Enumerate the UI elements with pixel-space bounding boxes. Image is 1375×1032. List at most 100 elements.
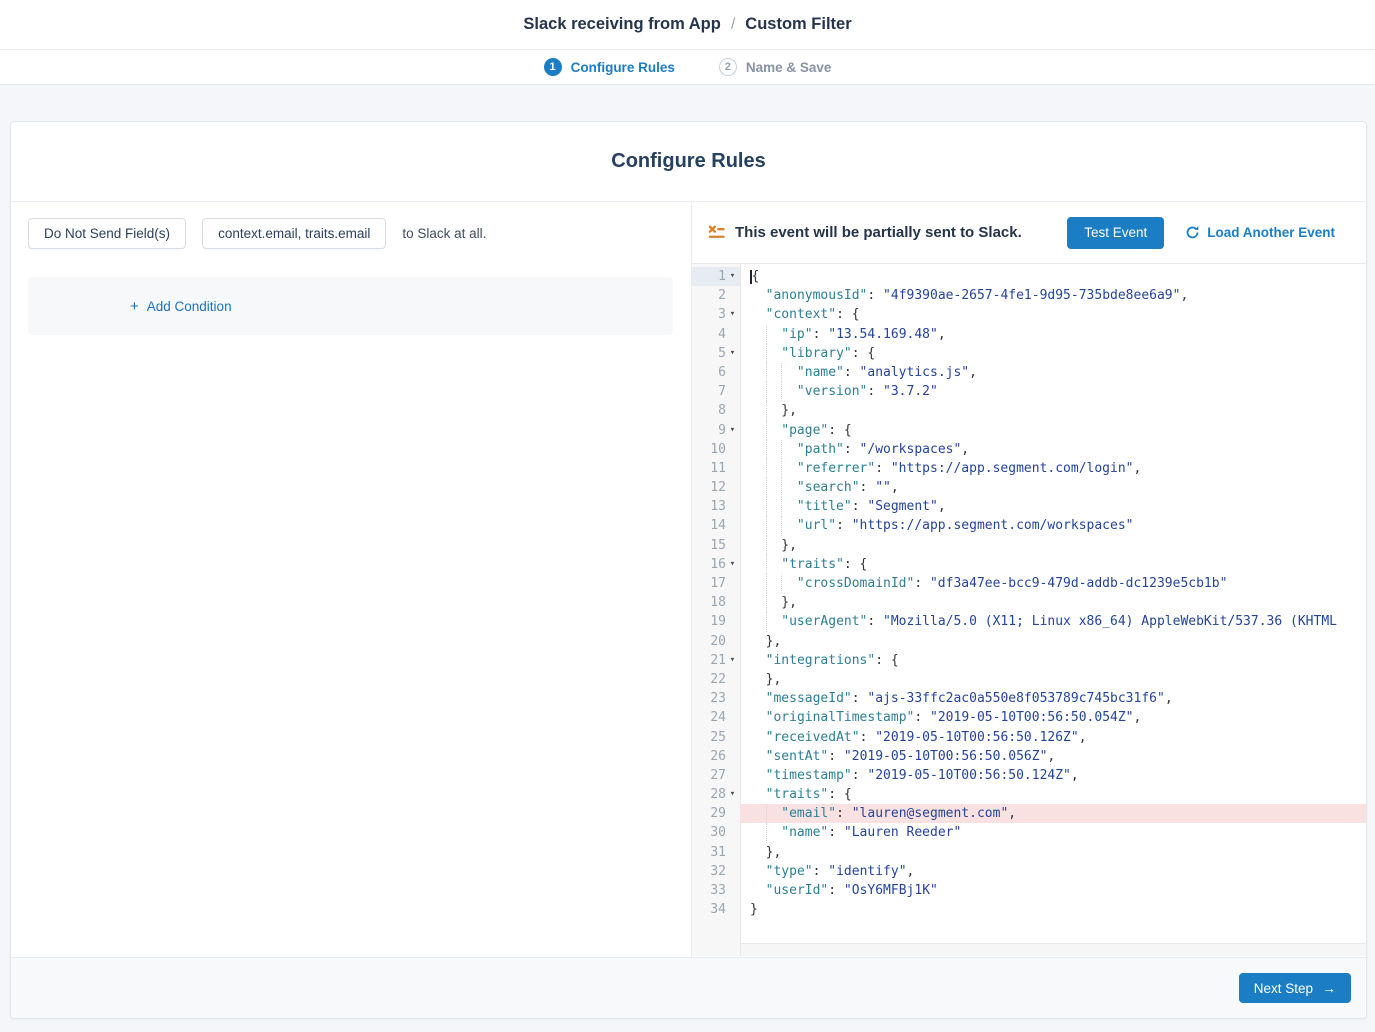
fold-arrow-icon[interactable]: ▾ [726, 421, 739, 440]
line-number: 1 [718, 267, 726, 286]
rule-suffix-text: to Slack at all. [402, 226, 486, 241]
line-number: 25 [710, 728, 726, 747]
breadcrumb: Slack receiving from App/Custom Filter [523, 15, 851, 34]
line-number-gutter: 17 [692, 574, 740, 593]
line-number-gutter: 32 [692, 862, 740, 881]
fold-arrow-icon[interactable]: ▾ [726, 651, 739, 670]
line-number-gutter: 1▾ [692, 267, 740, 286]
line-number: 21 [710, 651, 726, 670]
line-number-gutter: 29 [692, 804, 740, 823]
line-number: 10 [710, 440, 726, 459]
rule-action-selector[interactable]: Do Not Send Field(s) [28, 218, 186, 249]
fold-arrow-icon[interactable]: ▾ [726, 305, 739, 324]
fold-arrow-icon[interactable]: ▾ [726, 267, 739, 286]
line-number: 15 [710, 536, 726, 555]
add-condition-button[interactable]: + Add Condition [130, 298, 232, 315]
code-line: 9▾"page": { [692, 421, 1366, 440]
code-line: 32"type": "identify", [692, 862, 1366, 881]
code-line: 4"ip": "13.54.169.48", [692, 325, 1366, 344]
line-number-gutter: 27 [692, 766, 740, 785]
test-event-button[interactable]: Test Event [1067, 217, 1164, 249]
code-line: 11"referrer": "https://app.segment.com/l… [692, 459, 1366, 478]
add-condition-label: Add Condition [147, 299, 232, 314]
breadcrumb-separator: / [731, 16, 735, 33]
line-number: 34 [710, 900, 726, 919]
line-number-gutter: 10 [692, 440, 740, 459]
line-number: 20 [710, 632, 726, 651]
code-line: 10"path": "/workspaces", [692, 440, 1366, 459]
line-number-gutter: 20 [692, 632, 740, 651]
line-number: 6 [718, 363, 726, 382]
plus-icon: + [130, 298, 139, 315]
step-name-save[interactable]: 2 Name & Save [719, 58, 832, 76]
add-condition-box: + Add Condition [28, 277, 673, 335]
code-line: 15}, [692, 536, 1366, 555]
line-number: 5 [718, 344, 726, 363]
line-number: 9 [718, 421, 726, 440]
arrow-right-icon: → [1322, 980, 1336, 996]
code-line: 12"search": "", [692, 478, 1366, 497]
line-number-gutter: 4 [692, 325, 740, 344]
configure-rules-card: Configure Rules Do Not Send Field(s) con… [10, 121, 1367, 1019]
line-number: 24 [710, 708, 726, 727]
code-line: 22}, [692, 670, 1366, 689]
line-number-gutter: 7 [692, 382, 740, 401]
filter-rule-panel: Do Not Send Field(s) context.email, trai… [11, 202, 691, 957]
line-number-gutter: 16▾ [692, 555, 740, 574]
step-2-label: Name & Save [746, 60, 832, 75]
line-number-gutter: 9▾ [692, 421, 740, 440]
line-number: 16 [710, 555, 726, 574]
line-number-gutter: 25 [692, 728, 740, 747]
code-line: 3▾"context": { [692, 305, 1366, 324]
line-number: 2 [718, 286, 726, 305]
step-configure-rules[interactable]: 1 Configure Rules [544, 58, 675, 76]
code-line: 27"timestamp": "2019-05-10T00:56:50.124Z… [692, 766, 1366, 785]
line-number: 4 [718, 325, 726, 344]
code-line: 26"sentAt": "2019-05-10T00:56:50.056Z", [692, 747, 1366, 766]
code-line: 21▾"integrations": { [692, 651, 1366, 670]
line-number: 19 [710, 612, 726, 631]
code-line: 14"url": "https://app.segment.com/worksp… [692, 516, 1366, 535]
line-number-gutter: 28▾ [692, 785, 740, 804]
code-line: 6"name": "analytics.js", [692, 363, 1366, 382]
line-number: 23 [710, 689, 726, 708]
line-number-gutter: 26 [692, 747, 740, 766]
line-number: 11 [710, 459, 726, 478]
code-line: 25"receivedAt": "2019-05-10T00:56:50.126… [692, 728, 1366, 747]
fold-arrow-icon[interactable]: ▾ [726, 785, 739, 804]
code-line: 29"email": "lauren@segment.com", [692, 804, 1366, 823]
line-number-gutter: 24 [692, 708, 740, 727]
line-number-gutter: 11 [692, 459, 740, 478]
line-number: 28 [710, 785, 726, 804]
line-number: 29 [710, 804, 726, 823]
fold-arrow-icon[interactable]: ▾ [726, 344, 739, 363]
code-line: 1▾{ [692, 267, 1366, 286]
line-number-gutter: 15 [692, 536, 740, 555]
line-number-gutter: 34 [692, 900, 740, 919]
line-number-gutter: 23 [692, 689, 740, 708]
line-number: 18 [710, 593, 726, 612]
rule-fields-selector[interactable]: context.email, traits.email [202, 218, 386, 249]
line-number-gutter: 14 [692, 516, 740, 535]
line-number: 14 [710, 516, 726, 535]
step-2-circle: 2 [719, 58, 737, 76]
line-number: 30 [710, 823, 726, 842]
code-line: 2"anonymousId": "4f9390ae-2657-4fe1-9d95… [692, 286, 1366, 305]
line-number: 3 [718, 305, 726, 324]
code-line: 28▾"traits": { [692, 785, 1366, 804]
code-line: 34} [692, 900, 1366, 919]
status-text: This event will be partially sent to Sla… [735, 224, 1022, 241]
code-editor[interactable]: 1▾{2"anonymousId": "4f9390ae-2657-4fe1-9… [692, 263, 1366, 956]
horizontal-scrollbar[interactable] [741, 943, 1366, 956]
code-line: 17"crossDomainId": "df3a47ee-bcc9-479d-a… [692, 574, 1366, 593]
line-number: 22 [710, 670, 726, 689]
load-another-event-button[interactable]: Load Another Event [1185, 225, 1335, 240]
next-step-button[interactable]: Next Step → [1239, 973, 1351, 1003]
step-1-circle: 1 [544, 58, 562, 76]
fold-arrow-icon[interactable]: ▾ [726, 555, 739, 574]
line-number: 31 [710, 843, 726, 862]
line-number-gutter: 2 [692, 286, 740, 305]
breadcrumb-primary[interactable]: Slack receiving from App [523, 15, 720, 33]
line-number: 33 [710, 881, 726, 900]
code-line: 24"originalTimestamp": "2019-05-10T00:56… [692, 708, 1366, 727]
